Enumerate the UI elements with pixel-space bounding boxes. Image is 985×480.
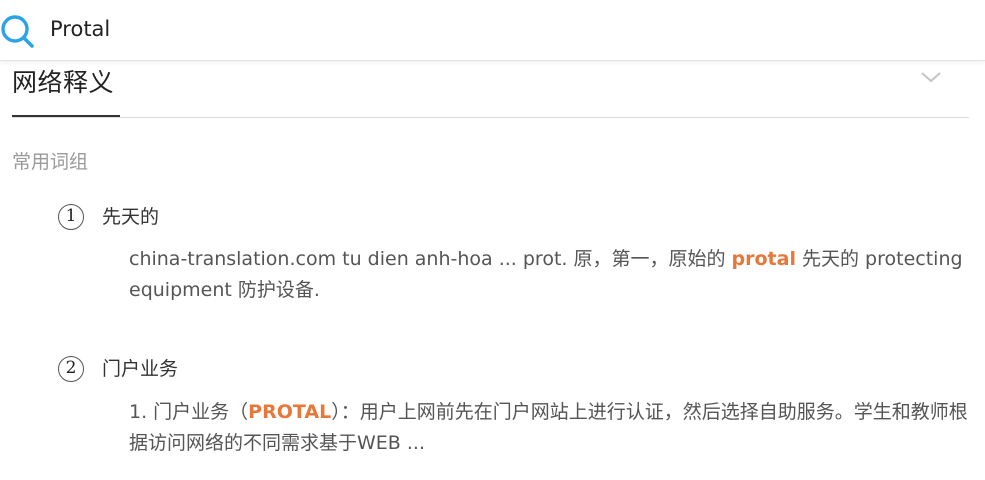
search-bar [0, 0, 985, 61]
chevron-down-icon[interactable] [918, 68, 944, 86]
entry-description: china-translation.com tu dien anh-hoa ..… [129, 244, 969, 306]
entry-number-badge: 1 [58, 204, 84, 230]
search-input[interactable] [50, 12, 950, 46]
header-divider [12, 117, 969, 118]
search-icon[interactable] [0, 14, 34, 48]
section-title[interactable]: 网络释义 [12, 63, 114, 99]
entry-desc-highlight: protal [731, 248, 796, 270]
entry-title: 先天的 [102, 206, 160, 228]
entry-number-badge: 2 [58, 356, 84, 382]
entry-desc-text: china-translation.com tu dien anh-hoa ..… [129, 248, 732, 270]
entry-desc-text: 1. 门户业务（ [129, 401, 249, 423]
section-header: 网络释义 [12, 58, 969, 118]
entry-title: 门户业务 [102, 358, 179, 380]
entry-desc-highlight: PROTAL [248, 401, 332, 423]
entry-description: 1. 门户业务（PROTAL）：用户上网前先在门户网站上进行认证，然后选择自助服… [129, 397, 969, 459]
subheading-common-phrases: 常用词组 [12, 151, 89, 173]
